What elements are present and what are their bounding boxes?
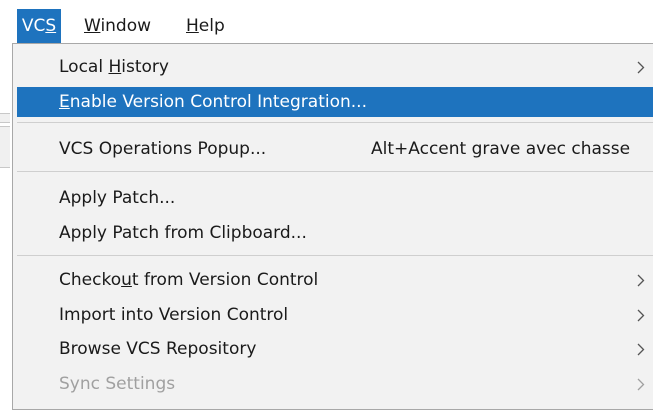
- menu-item-enable-version-control-integration[interactable]: Enable Version Control Integration...: [17, 87, 653, 117]
- menu-label: VCS Operations Popup...: [59, 139, 267, 159]
- menu-shortcut: Alt+Accent grave avec chasse: [371, 139, 631, 159]
- menu-item-checkout-from-version-control[interactable]: Checkout from Version Control: [17, 265, 653, 295]
- menu-item-sync-settings[interactable]: Sync Settings: [17, 369, 653, 399]
- menu-separator: [17, 122, 653, 123]
- menu-label: Import into Version Control: [59, 305, 289, 325]
- menu-label: Sync Settings: [59, 374, 176, 394]
- chevron-right-icon: [637, 265, 647, 295]
- menu-item-vcs-operations-popup[interactable]: VCS Operations Popup... Alt+Accent grave …: [17, 134, 653, 164]
- menu-label: Help: [186, 16, 225, 36]
- chevron-right-icon: [637, 300, 647, 330]
- menu-label: Window: [84, 16, 152, 36]
- menu-label: Apply Patch...: [59, 188, 176, 208]
- background-panel-edge: [0, 113, 10, 123]
- menu-separator: [17, 171, 653, 172]
- menu-item-browse-vcs-repository[interactable]: Browse VCS Repository: [17, 334, 653, 364]
- chevron-right-icon: [637, 334, 647, 364]
- menu-vcs[interactable]: VCS: [17, 9, 61, 43]
- menu-help[interactable]: Help: [186, 9, 225, 43]
- chevron-right-icon: [637, 369, 647, 399]
- menu-item-apply-patch-from-clipboard[interactable]: Apply Patch from Clipboard...: [17, 218, 653, 248]
- menu-item-apply-patch[interactable]: Apply Patch...: [17, 183, 653, 213]
- menu-label: Browse VCS Repository: [59, 339, 257, 359]
- menu-label: Enable Version Control Integration...: [59, 92, 367, 112]
- chevron-right-icon: [637, 52, 647, 82]
- menu-label: Local History: [59, 57, 169, 77]
- menu-label: Checkout from Version Control: [59, 270, 319, 290]
- ide-window: VCS Window Help Local History Enable Ver…: [0, 0, 653, 410]
- background-panel-edge: [0, 126, 10, 168]
- menu-item-local-history[interactable]: Local History: [17, 52, 653, 82]
- menu-label: Apply Patch from Clipboard...: [59, 223, 307, 243]
- menu-bar: VCS Window Help: [0, 0, 653, 44]
- menu-label: VCS: [21, 16, 57, 36]
- menu-separator: [17, 255, 653, 256]
- menu-item-import-into-version-control[interactable]: Import into Version Control: [17, 300, 653, 330]
- menu-window[interactable]: Window: [84, 9, 151, 43]
- vcs-dropdown-menu: Local History Enable Version Control Int…: [12, 43, 653, 410]
